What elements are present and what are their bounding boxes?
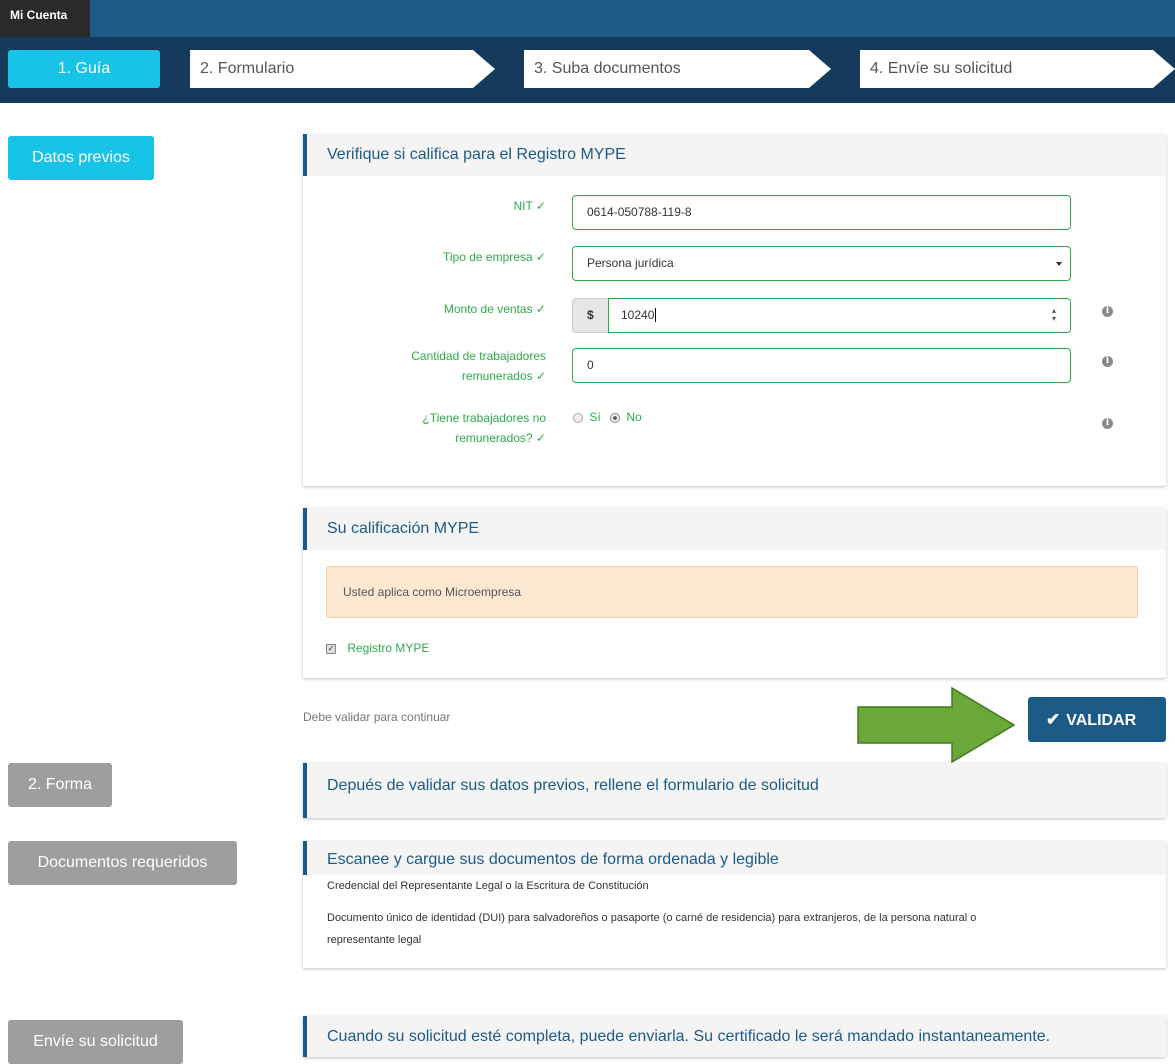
step-guia[interactable]: 1. Guía xyxy=(8,50,160,88)
top-bar: Mi Cuenta xyxy=(0,0,1175,37)
sidebar-forma[interactable]: 2. Forma xyxy=(8,763,112,807)
step-envie-solicitud[interactable]: 4. Envíe su solicitud xyxy=(860,50,1175,88)
panel-title: Verifique si califica para el Registro M… xyxy=(303,134,1166,176)
info-icon[interactable]: i xyxy=(1102,356,1113,367)
nit-input[interactable]: 0614-050788-119-8 xyxy=(572,195,1071,230)
radio-si-label: Sí xyxy=(589,410,601,424)
documento-item: Documento único de identidad (DUI) para … xyxy=(327,912,977,924)
monto-ventas-input[interactable]: 10240 ▴ ▾ xyxy=(608,298,1071,333)
calificacion-panel: Su calificación MYPE Usted aplica como M… xyxy=(303,508,1166,678)
validar-label: VALIDAR xyxy=(1066,712,1137,729)
documento-item: representante legal xyxy=(327,934,422,946)
radio-no-label: No xyxy=(626,410,642,424)
cantidad-label-line1: Cantidad de trabajadores xyxy=(411,349,546,363)
text-caret xyxy=(655,308,660,322)
calificacion-alert: Usted aplica como Microempresa xyxy=(326,566,1138,618)
cantidad-label-line2: remunerados ✓ xyxy=(461,369,546,383)
tipo-empresa-value: Persona jurídica xyxy=(587,256,674,270)
caret-down-icon xyxy=(1056,262,1062,266)
sidebar-envie-solicitud[interactable]: Envíe su solicitud xyxy=(8,1020,183,1064)
monto-ventas-value: 10240 xyxy=(621,308,655,322)
cantidad-trabajadores-label: Cantidad de trabajadores remunerados ✓ xyxy=(411,346,546,386)
step-suba-documentos[interactable]: 3. Suba documentos xyxy=(524,50,831,88)
forma-panel: Depués de validar sus datos previos, rel… xyxy=(303,763,1166,818)
validate-hint: Debe validar para continuar xyxy=(303,710,451,724)
wizard-steps: 1. Guía 2. Formulario 3. Suba documentos… xyxy=(0,37,1175,103)
info-icon[interactable]: i xyxy=(1102,306,1113,317)
radio-si[interactable] xyxy=(573,412,583,423)
no-remunerados-label: ¿Tiene trabajadores no remunerados? ✓ xyxy=(422,408,546,448)
tipo-empresa-label: Tipo de empresa ✓ xyxy=(443,250,546,264)
radio-no[interactable] xyxy=(610,412,621,423)
panel-title: Escanee y cargue sus documentos de forma… xyxy=(303,841,1166,875)
green-arrow-icon xyxy=(857,687,1016,763)
validar-button[interactable]: ✔ VALIDAR xyxy=(1028,697,1166,742)
panel-title: Su calificación MYPE xyxy=(303,508,1166,550)
documentos-list: Credencial del Representante Legal o la … xyxy=(303,875,1166,951)
checkmark-icon: ✔ xyxy=(1046,710,1061,729)
registro-mype-label: Registro MYPE xyxy=(347,641,430,655)
cantidad-trabajadores-input[interactable]: 0 xyxy=(572,348,1071,383)
panel-title: Depués de validar sus datos previos, rel… xyxy=(303,763,1166,818)
info-icon[interactable]: i xyxy=(1102,418,1113,429)
no-rem-label-line1: ¿Tiene trabajadores no xyxy=(422,411,546,425)
monto-ventas-label: Monto de ventas ✓ xyxy=(443,302,546,316)
monto-ventas-group: $ 10240 ▴ ▾ xyxy=(572,298,1071,333)
mi-cuenta-tab[interactable]: Mi Cuenta xyxy=(0,0,90,37)
documento-item: Credencial del Representante Legal o la … xyxy=(327,880,649,892)
panel-title: Cuando su solicitud esté completa, puede… xyxy=(303,1016,1166,1057)
envie-panel: Cuando su solicitud esté completa, puede… xyxy=(303,1016,1166,1057)
step-formulario[interactable]: 2. Formulario xyxy=(190,50,495,88)
spinner-icon[interactable]: ▴ ▾ xyxy=(1052,307,1056,323)
no-remunerados-radio-group: Sí No xyxy=(573,410,642,424)
tipo-empresa-select[interactable]: Persona jurídica xyxy=(572,246,1071,281)
sidebar-documentos-requeridos[interactable]: Documentos requeridos xyxy=(8,841,237,885)
sidebar-datos-previos[interactable]: Datos previos xyxy=(8,136,154,180)
no-rem-label-line2: remunerados? ✓ xyxy=(455,431,546,445)
documentos-panel: Escanee y cargue sus documentos de forma… xyxy=(303,841,1166,968)
verify-panel: Verifique si califica para el Registro M… xyxy=(303,134,1166,486)
registro-mype-checkbox-row[interactable]: ✓ Registro MYPE xyxy=(326,641,429,655)
currency-prefix: $ xyxy=(572,298,609,333)
nit-label: NIT ✓ xyxy=(513,199,546,213)
checkbox-checked-icon[interactable]: ✓ xyxy=(326,643,336,654)
